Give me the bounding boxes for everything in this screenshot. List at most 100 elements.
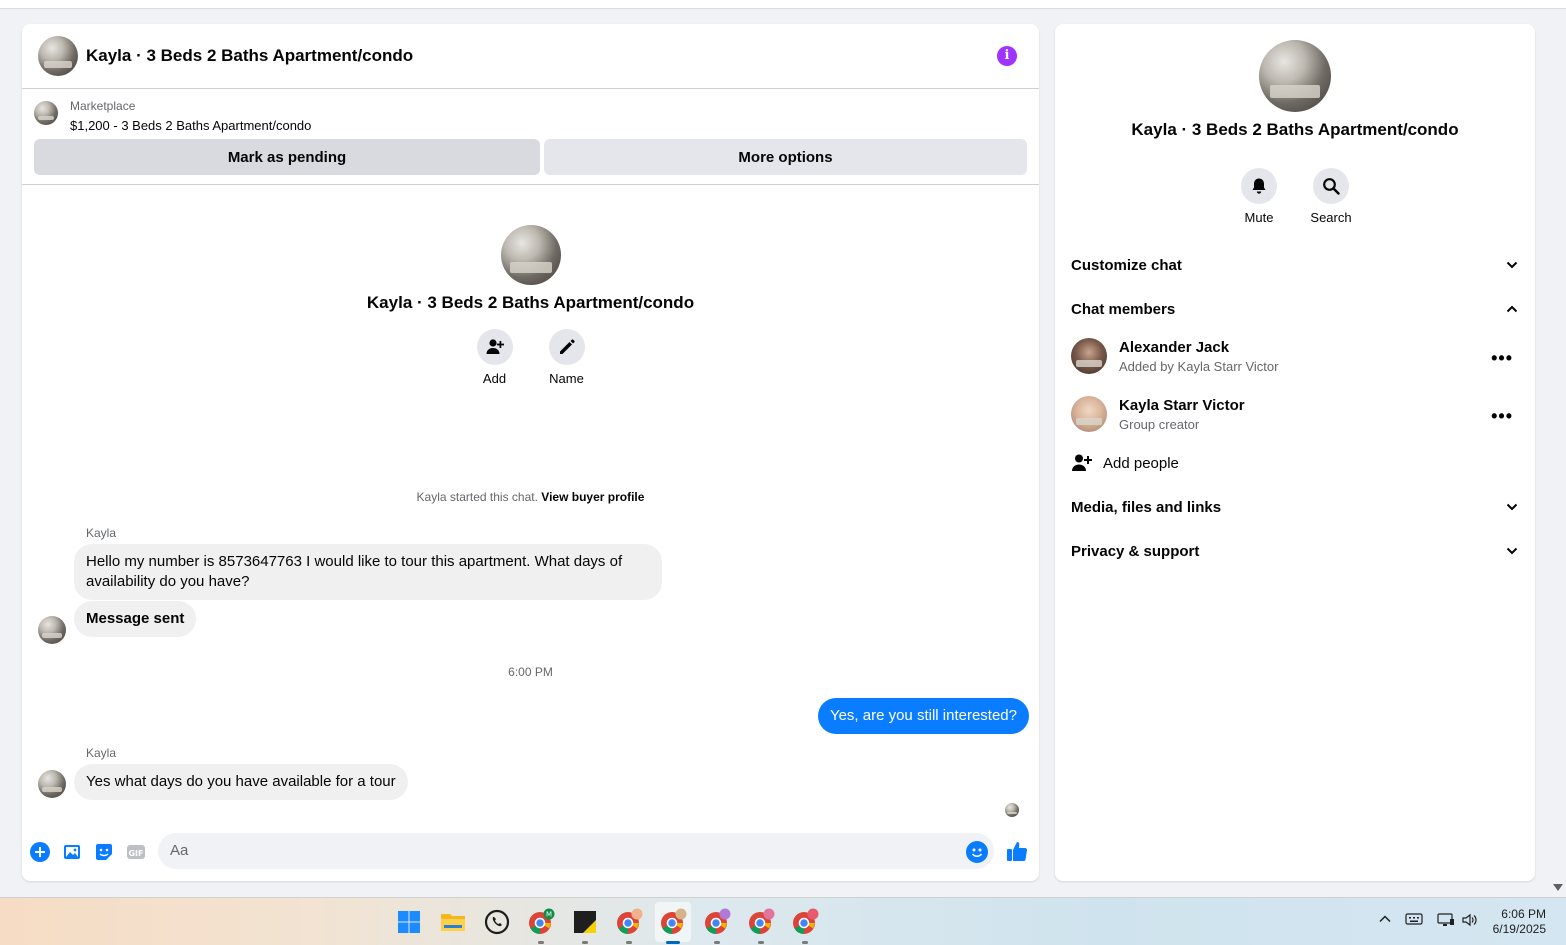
media-label: Media, files and links xyxy=(1071,498,1222,516)
running-indicator xyxy=(582,941,588,944)
message-sender: Kayla xyxy=(86,526,117,540)
privacy-section[interactable]: Privacy & support xyxy=(1071,540,1519,562)
search-label: Search xyxy=(1310,210,1352,225)
listing-source: Marketplace xyxy=(70,99,136,113)
seen-avatar xyxy=(1005,803,1019,817)
scroll-down-arrow[interactable] xyxy=(1553,884,1563,891)
mark-as-pending-button[interactable]: Mark as pending xyxy=(34,139,540,175)
speaker-icon[interactable] xyxy=(1461,912,1479,931)
sticky-notes-icon[interactable] xyxy=(571,908,599,936)
running-indicator xyxy=(758,941,764,944)
chrome-profile-icon[interactable]: M xyxy=(527,908,555,936)
chrome-profile-icon[interactable] xyxy=(747,908,775,936)
add-people-button[interactable]: Add people xyxy=(1071,452,1179,474)
more-icon[interactable]: ••• xyxy=(1491,348,1513,369)
member-avatar xyxy=(1071,396,1107,432)
pencil-icon[interactable] xyxy=(548,329,585,365)
windows-start-icon[interactable] xyxy=(395,908,423,936)
outgoing-message[interactable]: Yes, are you still interested? xyxy=(817,698,1029,734)
intro-title: Kayla · 3 Beds 2 Baths Apartment/condo xyxy=(366,293,695,312)
info-icon[interactable]: i xyxy=(997,46,1017,66)
chrome-profile-icon[interactable] xyxy=(703,908,731,936)
side-title: Kayla · 3 Beds 2 Baths Apartment/condo xyxy=(1131,120,1459,139)
chat-panel: Kayla · 3 Beds 2 Baths Apartment/condo i… xyxy=(22,24,1039,881)
more-icon[interactable]: ••• xyxy=(1491,406,1513,427)
chrome-profile-icon[interactable] xyxy=(659,908,687,936)
customize-chat-section[interactable]: Customize chat xyxy=(1071,254,1519,276)
chat-header: Kayla · 3 Beds 2 Baths Apartment/condo i xyxy=(22,24,1039,89)
chat-members-label: Chat members xyxy=(1071,300,1176,318)
emoji-icon[interactable] xyxy=(966,841,988,863)
member-avatar xyxy=(1071,338,1107,374)
chrome-profile-icon[interactable] xyxy=(791,908,819,936)
plus-icon[interactable] xyxy=(30,842,50,862)
clock-date: 6/19/2025 xyxy=(1492,922,1546,936)
group-avatar[interactable] xyxy=(38,36,78,76)
chat-started-notice: Kayla started this chat. View buyer prof… xyxy=(22,490,1039,504)
kayla-avatar[interactable] xyxy=(38,616,66,644)
running-indicator xyxy=(538,941,544,944)
member-row[interactable]: Kayla Starr Victor Group creator ••• xyxy=(1071,396,1519,436)
network-icon[interactable] xyxy=(1437,912,1455,931)
member-subtitle: Added by Kayla Starr Victor xyxy=(1119,359,1279,374)
chat-title[interactable]: Kayla · 3 Beds 2 Baths Apartment/condo xyxy=(86,46,413,66)
bell-icon[interactable] xyxy=(1241,168,1277,204)
browser-top-strip xyxy=(0,0,1566,9)
system-clock[interactable]: 6:06 PM 6/19/2025 xyxy=(1493,907,1546,937)
message-input[interactable]: Aa xyxy=(158,833,994,869)
image-icon[interactable] xyxy=(62,842,82,862)
taskbar: M 6:06 PM 6/19/2025 xyxy=(0,897,1566,945)
add-label: Add xyxy=(482,371,507,386)
side-group-avatar xyxy=(1259,40,1331,112)
member-subtitle: Group creator xyxy=(1119,417,1200,432)
add-person-icon xyxy=(1072,454,1092,471)
keyboard-icon[interactable] xyxy=(1405,912,1423,929)
more-options-button[interactable]: More options xyxy=(544,139,1027,175)
gif-icon[interactable]: GIF xyxy=(126,842,146,862)
name-label: Name xyxy=(549,371,584,386)
sticker-icon[interactable] xyxy=(94,842,114,862)
running-indicator xyxy=(802,941,808,944)
incoming-message[interactable]: Yes what days do you have available for … xyxy=(74,764,408,800)
chrome-profile-icon[interactable] xyxy=(615,908,643,936)
chevron-up-icon xyxy=(1506,305,1518,313)
details-panel: Kayla · 3 Beds 2 Baths Apartment/condo M… xyxy=(1055,24,1535,881)
incoming-message[interactable]: Message sent xyxy=(74,601,197,637)
kayla-avatar[interactable] xyxy=(38,770,66,798)
whatsapp-icon[interactable] xyxy=(483,908,511,936)
search-icon[interactable] xyxy=(1313,168,1349,204)
add-people-label: Add people xyxy=(1103,454,1179,472)
search-action[interactable]: Search xyxy=(1310,168,1352,225)
chat-intro: Kayla · 3 Beds 2 Baths Apartment/condo A… xyxy=(22,225,1039,386)
composer: GIF Aa xyxy=(22,828,1039,874)
chevron-down-icon xyxy=(1506,261,1518,269)
chevron-down-icon xyxy=(1506,547,1518,555)
svg-text:M: M xyxy=(546,911,552,919)
listing-title[interactable]: $1,200 - 3 Beds 2 Baths Apartment/condo xyxy=(70,118,311,133)
mute-action[interactable]: Mute xyxy=(1241,168,1277,225)
file-explorer-icon[interactable] xyxy=(439,908,467,936)
clock-time: 6:06 PM xyxy=(1501,907,1546,921)
active-indicator xyxy=(666,941,680,944)
chevron-up-icon[interactable] xyxy=(1378,912,1392,929)
customize-chat-label: Customize chat xyxy=(1071,256,1182,274)
privacy-label: Privacy & support xyxy=(1071,542,1200,560)
mute-label: Mute xyxy=(1244,210,1274,225)
member-name: Kayla Starr Victor xyxy=(1119,397,1245,414)
member-row[interactable]: Alexander Jack Added by Kayla Starr Vict… xyxy=(1071,338,1519,378)
add-action[interactable]: Add xyxy=(476,329,513,386)
name-action[interactable]: Name xyxy=(548,329,585,386)
listing-thumbnail[interactable] xyxy=(34,101,58,125)
thumbs-up-icon[interactable] xyxy=(1006,840,1028,867)
message-timestamp: 6:00 PM xyxy=(508,665,553,679)
chat-members-section[interactable]: Chat members xyxy=(1071,298,1519,320)
add-person-icon[interactable] xyxy=(476,329,513,365)
media-section[interactable]: Media, files and links xyxy=(1071,496,1519,518)
running-indicator xyxy=(714,941,720,944)
incoming-message[interactable]: Hello my number is 8573647763 I would li… xyxy=(74,544,662,600)
intro-avatar xyxy=(500,225,561,285)
view-buyer-profile-link[interactable]: View buyer profile xyxy=(541,490,644,504)
member-name: Alexander Jack xyxy=(1119,339,1230,356)
message-sender: Kayla xyxy=(86,746,117,760)
running-indicator xyxy=(626,941,632,944)
